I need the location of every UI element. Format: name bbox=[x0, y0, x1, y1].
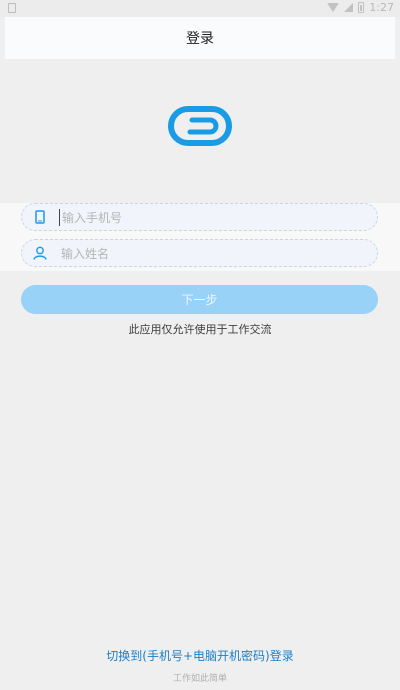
status-bar: 1:27 bbox=[0, 0, 400, 17]
usage-notice: 此应用仅允许使用于工作交流 bbox=[128, 323, 272, 336]
phone-input[interactable]: 输入手机号 bbox=[21, 203, 378, 231]
next-button[interactable]: 下一步 bbox=[21, 285, 378, 314]
user-icon bbox=[33, 246, 47, 260]
name-input[interactable]: 输入姓名 bbox=[21, 239, 378, 267]
status-time: 1:27 bbox=[369, 1, 394, 14]
sim-card-icon bbox=[8, 3, 16, 13]
phone-icon bbox=[33, 210, 47, 224]
status-icons: 1:27 bbox=[327, 1, 394, 14]
wifi-icon bbox=[327, 3, 340, 12]
page-title: 登录 bbox=[186, 31, 214, 47]
signal-icon bbox=[344, 3, 354, 12]
app-logo bbox=[168, 106, 232, 146]
slogan: 工作如此简单 bbox=[172, 674, 227, 684]
header: 登录 bbox=[5, 17, 395, 59]
phone-placeholder: 输入手机号 bbox=[59, 208, 122, 226]
name-placeholder: 输入姓名 bbox=[61, 246, 110, 261]
switch-login-link[interactable]: 切换到(手机号+电脑开机密码)登录 bbox=[0, 647, 400, 664]
battery-icon bbox=[358, 2, 365, 13]
